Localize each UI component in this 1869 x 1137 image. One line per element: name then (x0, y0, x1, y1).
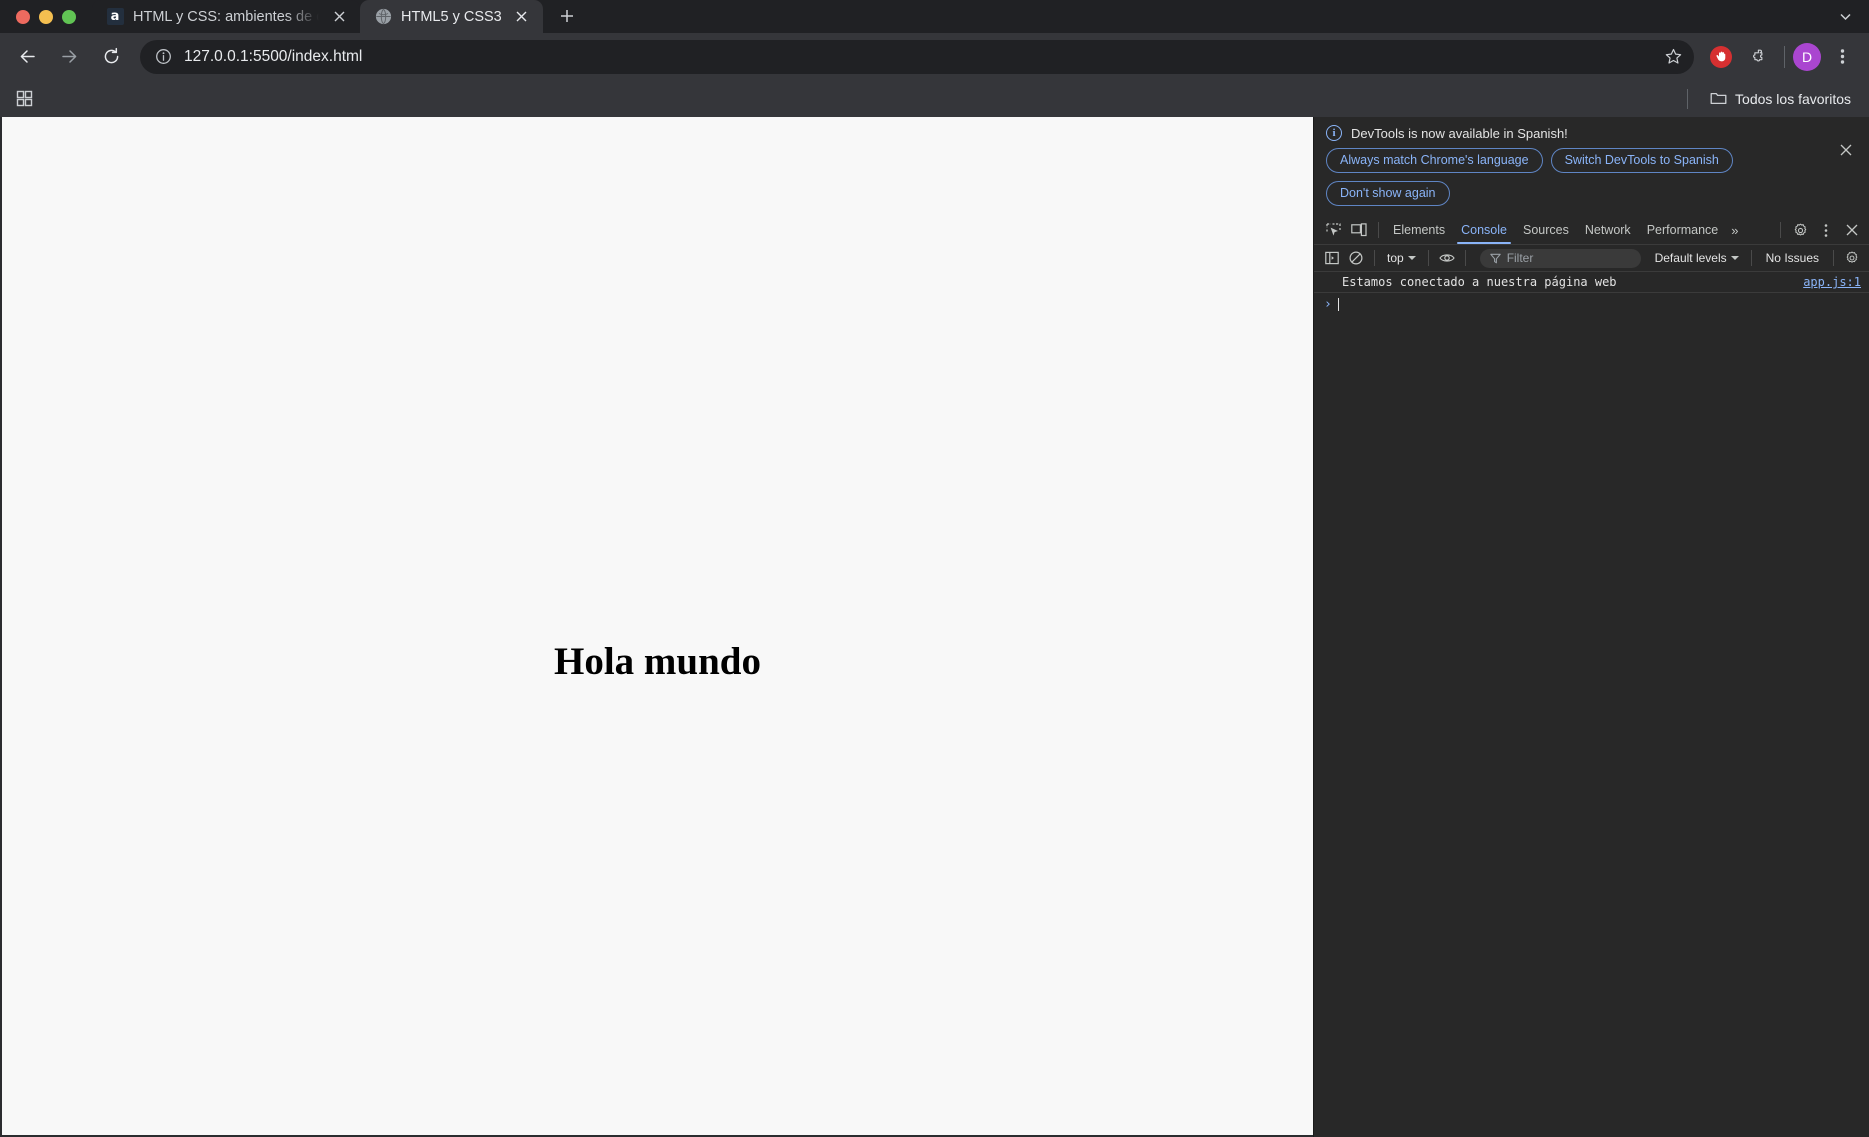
console-message-source-link[interactable]: app.js:1 (1791, 275, 1861, 289)
browser-toolbar: 127.0.0.1:5500/index.html D (0, 33, 1869, 80)
clear-console-icon[interactable] (1344, 247, 1368, 269)
devtools-tabbar-divider (1378, 222, 1379, 238)
site-info-icon[interactable] (150, 44, 176, 70)
browser-tab-2[interactable]: HTML5 y CSS3 (360, 0, 543, 33)
puzzle-piece-icon[interactable] (1742, 40, 1776, 74)
globe-icon (374, 8, 392, 26)
chevron-down-icon (1730, 256, 1739, 260)
chevron-down-icon (1407, 256, 1416, 260)
console-filter-placeholder: Filter (1506, 251, 1534, 265)
live-expression-eye-icon[interactable] (1435, 247, 1459, 269)
console-toolbar-right: Default levels No Issues (1649, 247, 1864, 269)
console-toolbar-divider-1 (1374, 250, 1375, 266)
tab-performance[interactable]: Performance (1639, 216, 1727, 244)
browser-tab-2-title: HTML5 y CSS3 (401, 8, 502, 25)
close-window-button[interactable] (16, 9, 30, 24)
kebab-menu-icon[interactable] (1825, 40, 1859, 74)
console-toolbar-divider-3 (1464, 250, 1466, 266)
tabs-container: a HTML y CSS: ambientes de d HTML5 y CSS… (92, 0, 583, 33)
browser-window: a HTML y CSS: ambientes de d HTML5 y CSS… (0, 0, 1869, 1137)
devtools-banner-content: i DevTools is now available in Spanish! … (1326, 125, 1833, 206)
all-bookmarks-label: Todos los favoritos (1735, 90, 1851, 107)
bookmarks-bar: Todos los favoritos (0, 80, 1869, 117)
devtools-tabbar: Elements Console Sources Network Perform… (1314, 216, 1869, 245)
minimize-window-button[interactable] (39, 9, 53, 24)
console-message-text: Estamos conectado a nuestra página web (1342, 275, 1617, 289)
devtools-banner-message: DevTools is now available in Spanish! (1351, 125, 1568, 141)
browser-tab-1-title: HTML y CSS: ambientes de d (133, 8, 319, 25)
forward-button[interactable] (51, 39, 87, 75)
console-toolbar-divider-5 (1833, 250, 1834, 266)
bookmarks-bar-right: Todos los favoritos (1687, 87, 1859, 111)
toolbar-divider (1784, 45, 1785, 68)
close-icon[interactable] (1833, 137, 1859, 163)
tab-network[interactable]: Network (1577, 216, 1639, 244)
page-viewport[interactable]: Hola mundo (0, 117, 1313, 1137)
tab-sources[interactable]: Sources (1515, 216, 1577, 244)
console-levels-value: Default levels (1654, 251, 1727, 265)
console-filter-input[interactable]: Filter (1479, 248, 1641, 268)
gear-icon[interactable] (1840, 247, 1864, 269)
address-bar-url: 127.0.0.1:5500/index.html (184, 47, 363, 65)
address-bar[interactable]: 127.0.0.1:5500/index.html (140, 39, 1694, 74)
console-toolbar: top Filter Default levels No Issues (1314, 245, 1869, 272)
close-devtools-icon[interactable] (1839, 218, 1865, 243)
new-tab-button[interactable] (551, 0, 583, 32)
tab-elements[interactable]: Elements (1385, 216, 1453, 244)
console-levels-selector[interactable]: Default levels (1649, 248, 1745, 268)
devtools-banner-message-row: i DevTools is now available in Spanish! (1326, 125, 1833, 141)
inspect-cursor-icon[interactable] (1320, 218, 1346, 243)
console-sidebar-icon[interactable] (1320, 247, 1344, 269)
apps-grid-icon[interactable] (10, 85, 38, 113)
window-traffic-lights (12, 0, 82, 33)
content-area: Hola mundo i DevTools is now available i… (0, 117, 1869, 1137)
tab-console[interactable]: Console (1453, 216, 1515, 244)
console-context-selector[interactable]: top (1381, 248, 1422, 268)
more-tabs-chevron-icon[interactable]: » (1726, 216, 1743, 244)
page-title: Hola mundo (554, 640, 761, 683)
switch-devtools-language-button[interactable]: Switch DevTools to Spanish (1550, 148, 1733, 173)
browser-tab-1-close-icon[interactable] (328, 6, 350, 28)
back-button[interactable] (9, 39, 45, 75)
filter-funnel-icon (1489, 253, 1501, 264)
console-output[interactable]: Estamos conectado a nuestra página web a… (1314, 272, 1869, 1137)
chevron-down-icon[interactable] (1831, 3, 1859, 31)
reload-button[interactable] (93, 39, 129, 75)
browser-tab-2-close-icon[interactable] (511, 6, 533, 28)
device-toolbar-icon[interactable] (1346, 218, 1372, 243)
info-circle-icon: i (1326, 125, 1342, 141)
adblock-hand-icon[interactable] (1704, 40, 1738, 74)
console-toolbar-divider-2 (1427, 250, 1429, 266)
star-icon[interactable] (1658, 42, 1688, 72)
devtools-banner-actions: Always match Chrome's language Switch De… (1326, 148, 1756, 206)
always-match-language-button[interactable]: Always match Chrome's language (1326, 148, 1543, 173)
console-prompt-arrow-icon: › (1324, 297, 1332, 312)
console-context-value: top (1387, 251, 1404, 265)
devtools-tabbar-right (1774, 218, 1865, 243)
console-message: Estamos conectado a nuestra página web a… (1314, 272, 1869, 293)
browser-tab-1[interactable]: a HTML y CSS: ambientes de d (92, 0, 360, 33)
tab-strip: a HTML y CSS: ambientes de d HTML5 y CSS… (0, 0, 1869, 33)
console-prompt[interactable]: › (1314, 293, 1869, 316)
console-toolbar-divider-4 (1750, 250, 1752, 266)
folder-icon (1710, 91, 1727, 106)
devtools-panel: i DevTools is now available in Spanish! … (1313, 117, 1869, 1137)
dont-show-again-button[interactable]: Don't show again (1326, 181, 1450, 206)
all-bookmarks-button[interactable]: Todos los favoritos (1702, 87, 1859, 111)
zoom-window-button[interactable] (62, 9, 76, 24)
amazon-a-icon: a (106, 8, 124, 26)
issues-status[interactable]: No Issues (1758, 251, 1827, 265)
console-text-cursor (1337, 298, 1339, 311)
gear-icon[interactable] (1787, 218, 1813, 243)
kebab-menu-icon[interactable] (1813, 218, 1839, 243)
bookmarks-divider (1687, 88, 1689, 109)
avatar[interactable]: D (1793, 42, 1821, 71)
devtools-tabbar-divider-2 (1780, 222, 1781, 238)
tab-strip-right (1831, 0, 1869, 33)
devtools-language-banner: i DevTools is now available in Spanish! … (1314, 117, 1869, 216)
